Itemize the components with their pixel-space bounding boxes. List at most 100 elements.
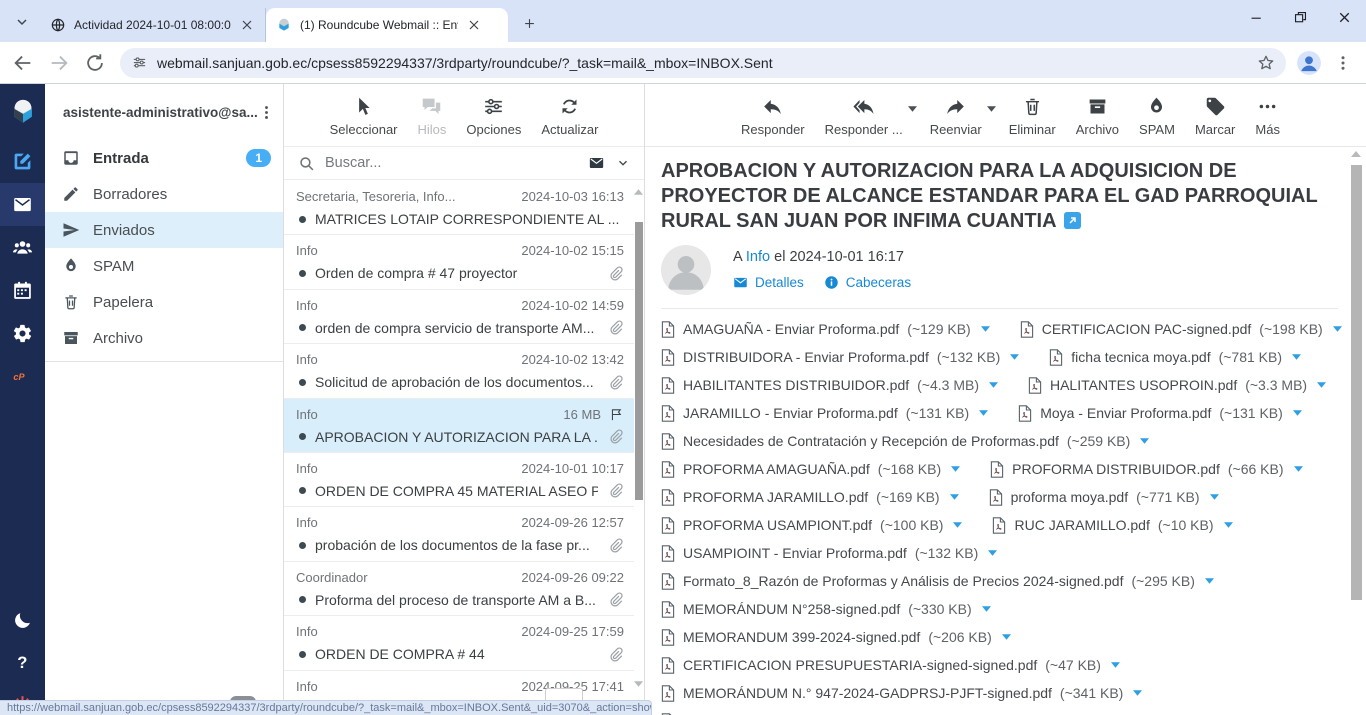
caret-down[interactable]	[1205, 578, 1214, 584]
caret-down[interactable]	[1333, 326, 1342, 332]
spam-button[interactable]: SPAM	[1130, 90, 1184, 141]
details-toggle[interactable]: Detalles	[733, 275, 804, 290]
caret-down[interactable]	[950, 494, 959, 500]
close-window-button[interactable]	[1322, 0, 1366, 34]
browser-menu-icon[interactable]	[1334, 54, 1352, 72]
attachment-item[interactable]: HABILITANTES DISTRIBUIDOR.pdf(~4.3 MB)	[661, 377, 998, 394]
folder-item-archivo[interactable]: Archivo	[45, 320, 283, 356]
caret-down[interactable]	[1140, 438, 1149, 444]
help-nav-button[interactable]: ?	[0, 641, 45, 683]
list-scrollbar[interactable]	[635, 222, 643, 500]
folder-item-papelera[interactable]: Papelera	[45, 284, 283, 320]
caret-down[interactable]	[951, 466, 960, 472]
url-text[interactable]: webmail.sanjuan.gob.ec/cpsess8592294337/…	[157, 55, 1246, 71]
attachment-item[interactable]: Necesidades de Contratación y Recepción …	[661, 433, 1149, 450]
message-list-item[interactable]: Info2024-10-01 10:17ORDEN DE COMPRA 45 M…	[284, 453, 634, 507]
folder-item-entrada[interactable]: Entrada1	[45, 140, 283, 176]
caret-down[interactable]	[908, 106, 917, 112]
search-bar[interactable]: Buscar...	[284, 147, 644, 180]
message-list-item[interactable]: Secretaria, Tesoreria, Info...2024-10-03…	[284, 181, 634, 235]
attachment-item[interactable]: PROFORMA USAMPIONT.pdf(~100 KB)	[661, 517, 962, 534]
calendar-nav-button[interactable]	[0, 269, 45, 312]
attachment-item[interactable]: MEMORÁNDUM N°258-signed.pdf(~330 KB)	[661, 601, 991, 618]
profile-avatar[interactable]	[1296, 50, 1322, 76]
message-list-item[interactable]: Info2024-10-02 15:15Orden de compra # 47…	[284, 235, 634, 289]
eliminar-button[interactable]: Eliminar	[1000, 90, 1065, 141]
attachment-item[interactable]: Moya - Enviar Proforma.pdf(~131 KB)	[1018, 405, 1302, 422]
browser-tab-inactive[interactable]: Actividad 2024-10-01 08:00:00	[40, 8, 266, 42]
search-input[interactable]: Buscar...	[325, 155, 577, 171]
responder-button[interactable]: Responder	[732, 90, 814, 141]
recipient-link[interactable]: Info	[746, 249, 770, 265]
compose-nav-button[interactable]	[0, 140, 45, 183]
caret-down[interactable]	[1133, 690, 1142, 696]
minimize-button[interactable]	[1234, 0, 1278, 34]
caret-down[interactable]	[1010, 354, 1019, 360]
actualizar-button[interactable]: Actualizar	[532, 90, 607, 141]
scroll-up-arrow[interactable]	[1351, 150, 1361, 158]
reload-button[interactable]	[84, 52, 106, 74]
message-scrollbar[interactable]	[1351, 165, 1362, 600]
attachment-item[interactable]: USAMPIOINT - Enviar Proforma.pdf(~132 KB…	[661, 545, 997, 562]
message-list-item[interactable]: Info2024-09-26 12:57probación de los doc…	[284, 507, 634, 561]
attachment-item[interactable]: CERTIFICACION PAC-signed.pdf(~198 KB)	[1020, 321, 1342, 338]
caret-down[interactable]	[987, 106, 996, 112]
attachment-item[interactable]: JARAMILLO - Enviar Proforma.pdf(~131 KB)	[661, 405, 988, 422]
dark-mode-nav-button[interactable]	[0, 599, 45, 641]
folder-item-enviados[interactable]: Enviados	[45, 212, 283, 248]
reenviar-button[interactable]: Reenviar	[921, 90, 991, 141]
scroll-down-arrow[interactable]	[634, 680, 643, 688]
caret-down[interactable]	[1294, 466, 1303, 472]
message-list-item[interactable]: Info2024-10-02 13:42Solicitud de aprobac…	[284, 344, 634, 398]
caret-down[interactable]	[1111, 662, 1120, 668]
back-button[interactable]	[12, 52, 34, 74]
settings-nav-button[interactable]	[0, 312, 45, 355]
caret-down[interactable]	[1293, 410, 1302, 416]
caret-down[interactable]	[1224, 522, 1233, 528]
caret-down[interactable]	[988, 550, 997, 556]
attachment-item[interactable]: PROFORMA AMAGUAÑA.pdf(~168 KB)	[661, 461, 960, 478]
close-icon[interactable]	[466, 17, 482, 33]
forward-button[interactable]	[48, 52, 70, 74]
message-list-item[interactable]: Info2024-09-25 17:59ORDEN DE COMPRA # 44	[284, 616, 634, 670]
attachment-item[interactable]: CERTIFICACION PRESUPUESTARIA-signed-sign…	[661, 657, 1120, 674]
folder-options-icon[interactable]	[258, 104, 275, 121]
contacts-nav-button[interactable]	[0, 226, 45, 269]
folder-item-borradores[interactable]: Borradores	[45, 176, 283, 212]
roundcube-logo-nav-button[interactable]	[0, 84, 45, 140]
address-bar[interactable]: webmail.sanjuan.gob.ec/cpsess8592294337/…	[120, 48, 1286, 78]
attachment-item[interactable]: proforma moya.pdf(~771 KB)	[989, 489, 1219, 506]
message-list-item[interactable]: Info2024-10-02 14:59orden de compra serv…	[284, 290, 634, 344]
message-list-item[interactable]: Coordinador2024-09-26 09:22Proforma del …	[284, 562, 634, 616]
search-scope-icon[interactable]	[587, 155, 606, 171]
attachment-item[interactable]: RUC JARAMILLO.pdf(~10 KB)	[992, 517, 1232, 534]
restore-button[interactable]	[1278, 0, 1322, 34]
attachment-item[interactable]: PROFORMA DISTRIBUIDOR.pdf(~66 KB)	[990, 461, 1302, 478]
mail-nav-button[interactable]	[0, 183, 45, 226]
open-in-new-window-icon[interactable]	[1064, 212, 1081, 229]
seleccionar-button[interactable]: Seleccionar	[321, 90, 407, 141]
attachment-item[interactable]: MEMORÁNDUM N.° 947-2024-GADPRSJ-PJFT-sig…	[661, 685, 1142, 702]
attachment-item[interactable]: HALITANTES USOPROIN.pdf(~3.3 MB)	[1028, 377, 1326, 394]
attachment-item[interactable]: Formato_8_Razón de Proformas y Análisis …	[661, 573, 1214, 590]
search-options-caret-icon[interactable]	[616, 156, 630, 170]
bookmark-star-icon[interactable]	[1256, 53, 1276, 73]
caret-down[interactable]	[1292, 354, 1301, 360]
caret-down[interactable]	[981, 326, 990, 332]
attachment-item[interactable]: ficha tecnica moya.pdf(~781 KB)	[1049, 349, 1301, 366]
headers-toggle[interactable]: Cabeceras	[824, 275, 911, 290]
site-settings-icon[interactable]	[132, 55, 147, 70]
browser-tab-active[interactable]: (1) Roundcube Webmail :: Envia	[266, 8, 508, 42]
attachment-item[interactable]: PROFORMA JARAMILLO.pdf(~169 KB)	[661, 489, 959, 506]
caret-down[interactable]	[989, 382, 998, 388]
message-list-item[interactable]: Info16 MBAPROBACION Y AUTORIZACION PARA …	[284, 399, 634, 453]
new-tab-button[interactable]	[516, 10, 542, 36]
flag-icon[interactable]	[609, 407, 624, 422]
caret-down[interactable]	[953, 522, 962, 528]
close-icon[interactable]	[239, 17, 255, 33]
caret-down[interactable]	[1210, 494, 1219, 500]
attachment-item[interactable]: AMAGUAÑA - Enviar Proforma.pdf(~129 KB)	[661, 321, 990, 338]
caret-down[interactable]	[1317, 382, 1326, 388]
archivo-button[interactable]: Archivo	[1067, 90, 1128, 141]
caret-down[interactable]	[982, 606, 991, 612]
